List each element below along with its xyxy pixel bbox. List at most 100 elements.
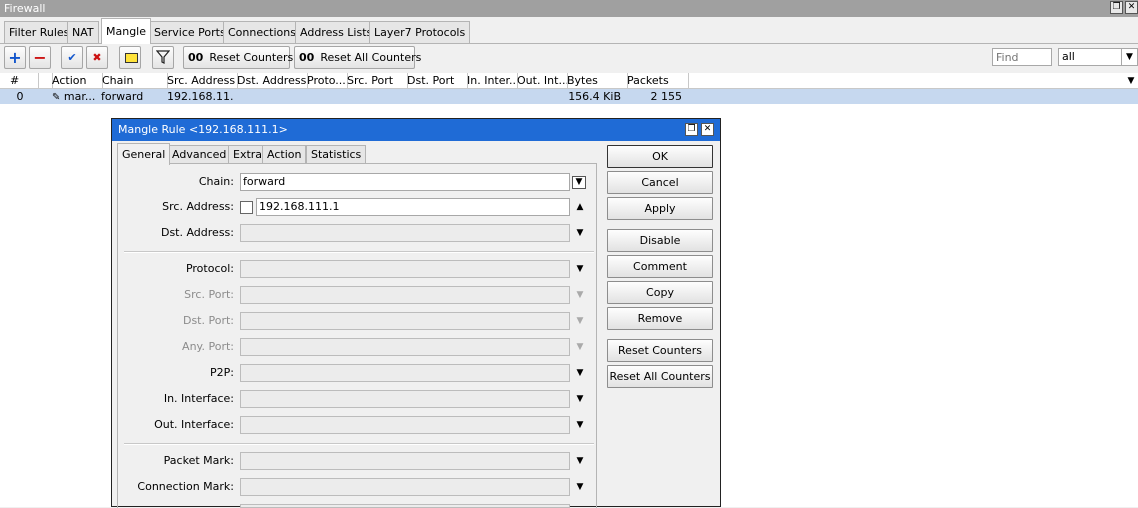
protocol-field[interactable] — [240, 260, 570, 278]
connection-mark-field[interactable] — [240, 478, 570, 496]
separator — [124, 251, 594, 253]
src-address-collapse-icon[interactable]: ▲ — [574, 201, 586, 213]
tab-label: Address Lists — [300, 26, 373, 39]
row-action: ✎ mar... — [52, 89, 100, 104]
col-label: Packets — [627, 74, 669, 87]
protocol-dropdown-icon[interactable]: ▼ — [574, 263, 586, 275]
tab-connections[interactable]: Connections — [223, 21, 301, 43]
col-dst-port[interactable]: Dst. Port — [404, 73, 468, 89]
col-in-interface[interactable]: In. Inter... — [464, 73, 518, 89]
label-column: Chain: Src. Address: Dst. Address: Proto… — [112, 119, 234, 508]
columns-menu-icon[interactable]: ▼ — [1124, 73, 1138, 89]
tab-filter-rules[interactable]: Filter Rules — [4, 21, 75, 43]
dialog-tab-action[interactable]: Action — [262, 145, 307, 164]
reset-counters-label: Reset Counters — [209, 51, 294, 64]
tab-label: NAT — [72, 26, 94, 39]
add-button[interactable]: + — [4, 46, 26, 69]
firewall-tabs: Filter Rules NAT Mangle Service Ports Co… — [0, 18, 1138, 44]
col-dst-address[interactable]: Dst. Address — [234, 73, 308, 89]
reset-all-counters-button[interactable]: 00 Reset All Counters — [294, 46, 421, 69]
chain-field[interactable]: forward — [240, 173, 570, 191]
dialog-close-icon[interactable]: ✕ — [701, 123, 714, 136]
col-protocol[interactable]: Proto... — [304, 73, 348, 89]
remove-button[interactable]: − — [29, 46, 51, 69]
p2p-field[interactable] — [240, 364, 570, 382]
find-input[interactable] — [992, 48, 1052, 66]
src-address-value: 192.168.111.1 — [259, 200, 340, 213]
col-label: Action — [52, 74, 87, 87]
p2p-dropdown-icon[interactable]: ▼ — [574, 367, 586, 379]
filter-select-value: all — [1062, 50, 1075, 63]
col-label: Src. Port — [347, 74, 394, 87]
tab-mangle[interactable]: Mangle — [101, 18, 152, 44]
dst-port-dropdown-icon: ▼ — [576, 316, 584, 326]
connection-mark-label: Connection Mark: — [137, 480, 234, 493]
dst-address-label: Dst. Address: — [160, 226, 234, 239]
filter-select-dropdown-icon[interactable]: ▼ — [1122, 48, 1138, 66]
dst-address-field[interactable] — [240, 224, 570, 242]
in-interface-label: In. Interface: — [163, 392, 234, 405]
reset-counters-button[interactable]: 00 Reset Counters — [183, 46, 294, 69]
cancel-button[interactable]: Cancel — [607, 171, 713, 194]
col-src-port[interactable]: Src. Port — [344, 73, 408, 89]
chain-dropdown-icon[interactable]: ▼ — [572, 176, 586, 189]
col-label: Dst. Address — [237, 74, 307, 87]
col-bytes[interactable]: Bytes — [564, 73, 628, 89]
in-interface-field[interactable] — [240, 390, 570, 408]
col-label: Src. Address — [167, 74, 236, 87]
check-icon: ✔ — [67, 51, 77, 64]
col-out-interface[interactable]: Out. Int... — [514, 73, 568, 89]
dialog-tab-general[interactable]: General — [117, 143, 171, 165]
tab-layer7-protocols[interactable]: Layer7 Protocols — [369, 21, 471, 43]
tab-service-ports[interactable]: Service Ports — [149, 21, 231, 43]
tab-label: Layer7 Protocols — [374, 26, 466, 39]
dst-address-dropdown-icon[interactable]: ▼ — [574, 227, 586, 239]
pencil-icon: ✎ — [52, 92, 61, 103]
filter-icon — [153, 47, 173, 68]
disable-button[interactable]: ✖ — [86, 46, 108, 69]
tab-divider — [0, 43, 1138, 44]
reset-all-counters-button[interactable]: Reset All Counters — [607, 365, 713, 388]
table-row[interactable]: 0 ✎ mar... forward 192.168.11... 156.4 K… — [0, 89, 1138, 104]
comment-button[interactable] — [119, 46, 141, 69]
col-label: Proto... — [307, 74, 346, 87]
connection-mark-dropdown-icon[interactable]: ▼ — [574, 481, 586, 493]
row-action-text: mar... — [63, 90, 96, 103]
col-action[interactable]: Action — [49, 73, 103, 89]
copy-button[interactable]: Copy — [607, 281, 713, 304]
x-icon: ✖ — [92, 51, 102, 64]
filter-button[interactable] — [152, 46, 174, 69]
out-interface-dropdown-icon[interactable]: ▼ — [574, 419, 586, 431]
col-chain[interactable]: Chain — [99, 73, 168, 89]
col-label: In. Inter... — [467, 74, 518, 87]
col-label: Bytes — [567, 74, 598, 87]
col-packets[interactable]: Packets — [624, 73, 689, 89]
dialog-tab-statistics[interactable]: Statistics — [306, 145, 367, 164]
tab-nat[interactable]: NAT — [67, 21, 99, 43]
filter-select[interactable]: all — [1058, 48, 1122, 66]
minus-icon: − — [33, 48, 47, 67]
remove-button[interactable]: Remove — [607, 307, 713, 330]
col-src-address[interactable]: Src. Address — [164, 73, 238, 89]
src-address-field[interactable]: 192.168.111.1 — [256, 198, 570, 216]
packet-mark-dropdown-icon[interactable]: ▼ — [574, 455, 586, 467]
next-field-partial — [240, 504, 570, 508]
disable-button[interactable]: Disable — [607, 229, 713, 252]
packet-mark-field[interactable] — [240, 452, 570, 470]
out-interface-label: Out. Interface: — [154, 418, 234, 431]
apply-button[interactable]: Apply — [607, 197, 713, 220]
window-title: Firewall — [4, 2, 46, 15]
reset-counters-button[interactable]: Reset Counters — [607, 339, 713, 362]
dst-port-label: Dst. Port: — [182, 314, 234, 327]
out-interface-field[interactable] — [240, 416, 570, 434]
in-interface-dropdown-icon[interactable]: ▼ — [574, 393, 586, 405]
comment-button[interactable]: Comment — [607, 255, 713, 278]
src-address-invert-checkbox[interactable] — [240, 201, 253, 214]
enable-button[interactable]: ✔ — [61, 46, 83, 69]
close-icon[interactable]: ✕ — [1125, 1, 1138, 14]
dialog-restore-icon[interactable]: ❐ — [685, 123, 698, 136]
tab-address-lists[interactable]: Address Lists — [295, 21, 378, 43]
ok-button[interactable]: OK — [607, 145, 713, 168]
row-chain: forward — [101, 90, 144, 103]
restore-icon[interactable]: ❐ — [1110, 1, 1123, 14]
